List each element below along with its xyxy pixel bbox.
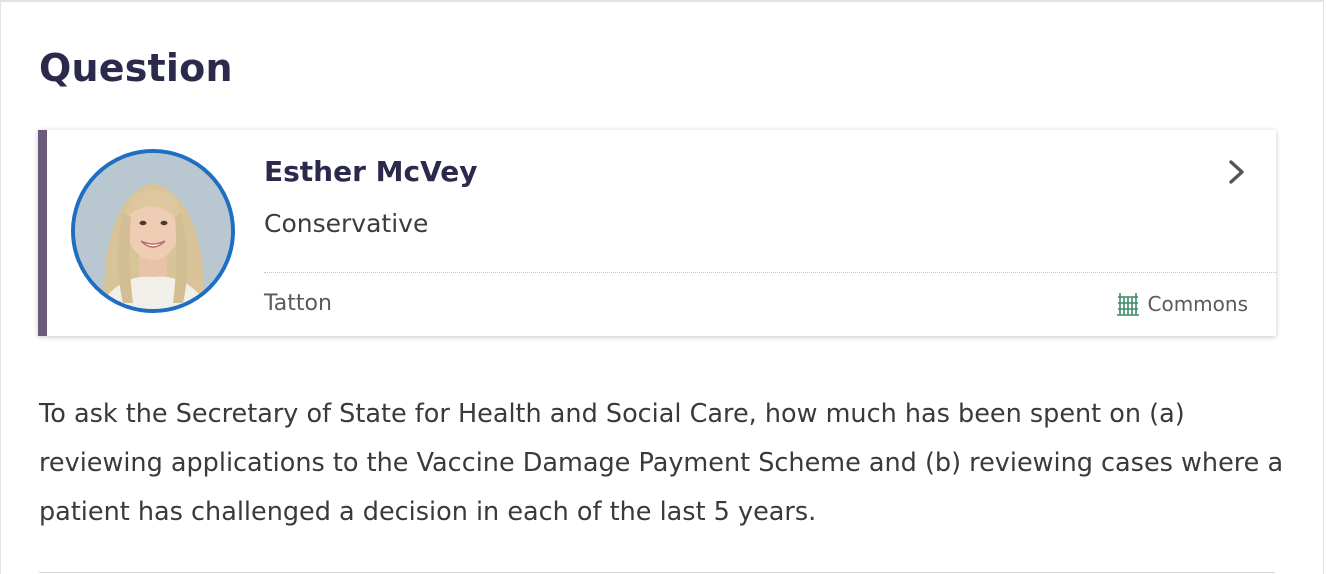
- section-heading: Question: [39, 46, 233, 90]
- member-constituency: Tatton: [264, 291, 332, 316]
- question-text: To ask the Secretary of State for Health…: [39, 399, 1284, 527]
- page-frame: Question Esther McVey Conservative Tatto…: [0, 0, 1324, 574]
- party-accent-bar: [38, 130, 47, 336]
- portcullis-icon: [1116, 293, 1139, 316]
- section-divider: [39, 572, 1275, 573]
- chevron-right-icon[interactable]: [1226, 158, 1248, 186]
- member-avatar: [71, 149, 235, 313]
- house-indicator: Commons: [1116, 288, 1249, 320]
- card-divider: [264, 272, 1276, 273]
- house-label: Commons: [1147, 292, 1249, 316]
- member-card[interactable]: Esther McVey Conservative Tatton Commons: [38, 130, 1276, 336]
- member-name[interactable]: Esther McVey: [264, 152, 478, 192]
- member-party: Conservative: [264, 209, 429, 238]
